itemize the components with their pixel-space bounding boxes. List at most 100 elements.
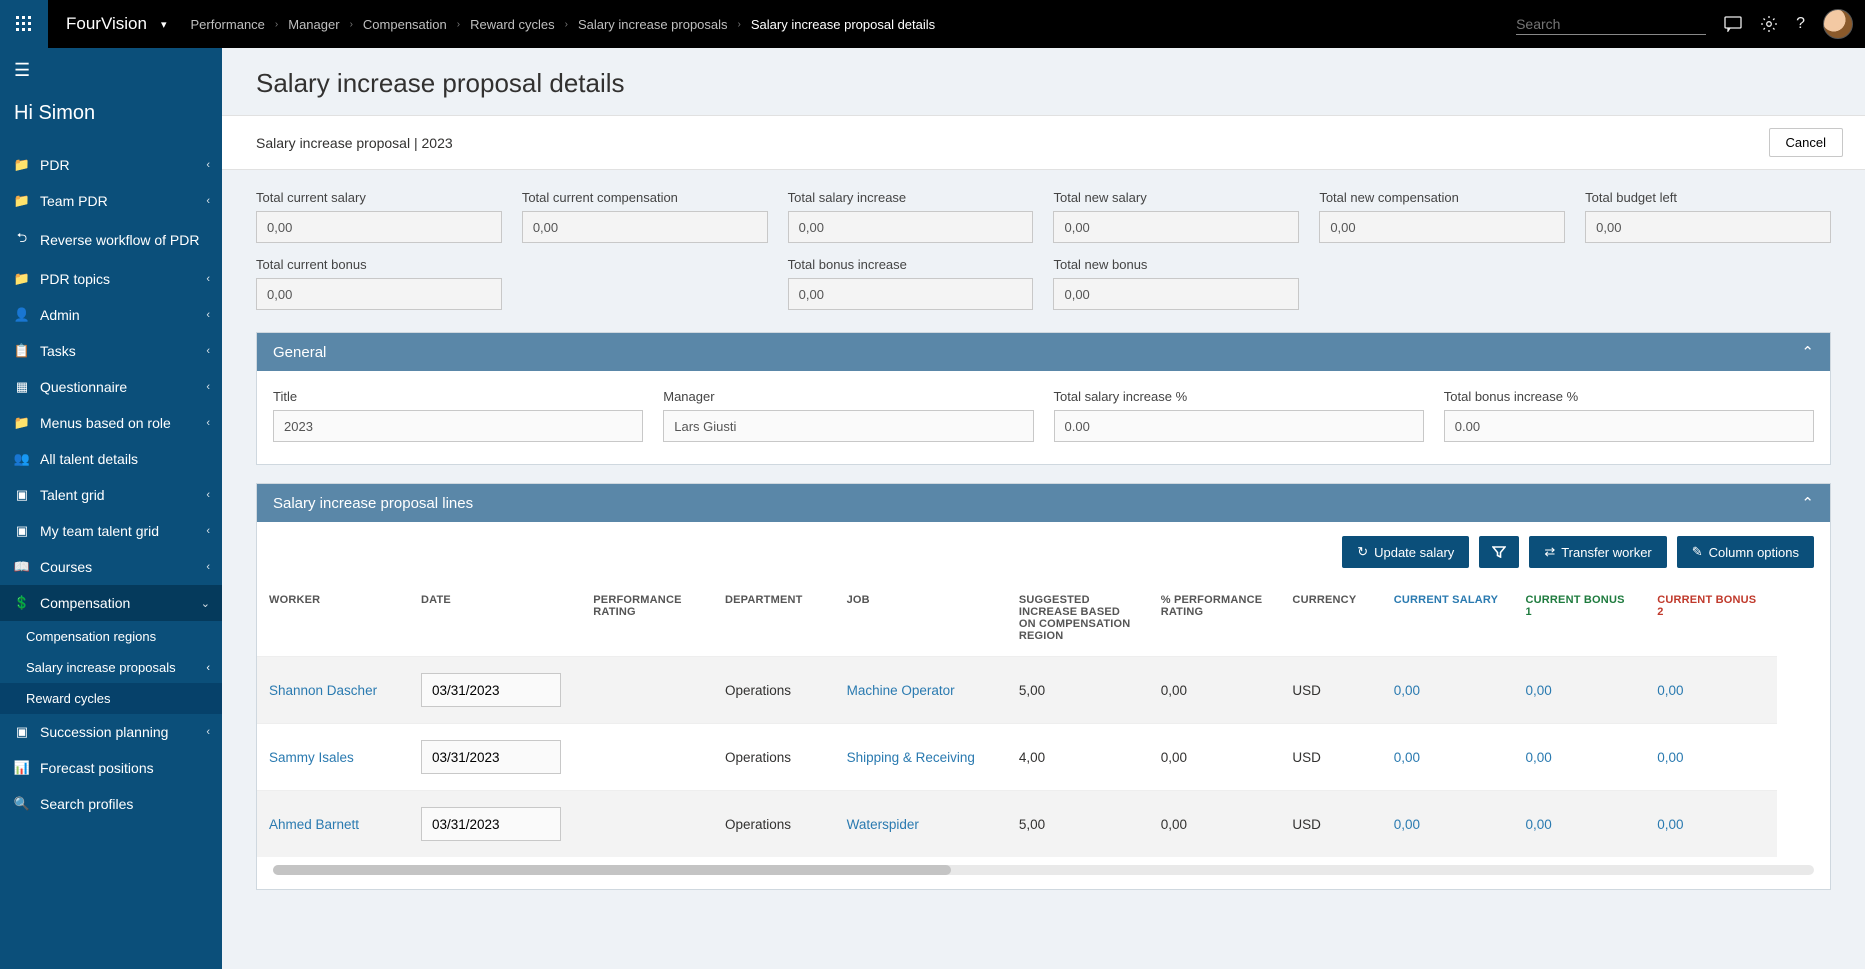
- column-options-button[interactable]: ✎Column options: [1677, 536, 1814, 568]
- sidebar-item[interactable]: ▦ Questionnaire ‹: [0, 369, 222, 405]
- avatar[interactable]: [1823, 9, 1853, 39]
- total-salary-increase[interactable]: [788, 211, 1034, 243]
- sidebar-sub-item[interactable]: Reward cycles: [0, 683, 222, 714]
- date-field[interactable]: [421, 807, 561, 841]
- current-salary-cell[interactable]: 0,00: [1382, 724, 1514, 791]
- crumb[interactable]: Reward cycles: [470, 17, 555, 32]
- total-bonus-increase[interactable]: [788, 278, 1034, 310]
- sidebar-item[interactable]: 📁 Menus based on role ‹: [0, 405, 222, 441]
- collapse-icon[interactable]: ⌃: [1801, 343, 1814, 361]
- sidebar-item[interactable]: 👥 All talent details: [0, 441, 222, 477]
- col-suggested[interactable]: SUGGESTED INCREASE BASED ON COMPENSATION…: [1007, 580, 1149, 657]
- current-bonus1-cell[interactable]: 0,00: [1513, 657, 1645, 724]
- sidebar-item[interactable]: 📁 Team PDR ‹: [0, 183, 222, 219]
- update-salary-button[interactable]: ↻Update salary: [1342, 536, 1469, 568]
- sidebar-item[interactable]: 📋 Tasks ‹: [0, 333, 222, 369]
- crumb[interactable]: Manager: [288, 17, 339, 32]
- currency-cell: USD: [1280, 791, 1381, 858]
- sidebar-item[interactable]: ⮌ Reverse workflow of PDR: [0, 219, 222, 261]
- current-salary-cell[interactable]: 0,00: [1382, 657, 1514, 724]
- worker-link[interactable]: Ahmed Barnett: [269, 817, 359, 832]
- sidebar-item[interactable]: 💲 Compensation ⌄: [0, 585, 222, 621]
- people-icon: 👥: [14, 451, 30, 467]
- cancel-button[interactable]: Cancel: [1769, 128, 1843, 157]
- sidebar-item[interactable]: 👤 Admin ‹: [0, 297, 222, 333]
- sidebar-item[interactable]: ▣ Talent grid ‹: [0, 477, 222, 513]
- crumb[interactable]: Salary increase proposals: [578, 17, 728, 32]
- job-link[interactable]: Machine Operator: [847, 683, 955, 698]
- filter-button[interactable]: [1479, 536, 1519, 568]
- feedback-icon[interactable]: [1724, 16, 1742, 32]
- total-current-bonus[interactable]: [256, 278, 502, 310]
- col-current-bonus1[interactable]: CURRENT BONUS 1: [1513, 580, 1645, 657]
- col-current-salary[interactable]: CURRENT SALARY: [1382, 580, 1514, 657]
- transfer-icon: ⇄: [1544, 544, 1555, 560]
- total-new-compensation[interactable]: [1319, 211, 1565, 243]
- dept-cell: Operations: [713, 791, 835, 858]
- current-bonus2-cell[interactable]: 0,00: [1645, 791, 1777, 858]
- sidebar-item-label: Reverse workflow of PDR: [40, 232, 210, 248]
- current-salary-cell[interactable]: 0,00: [1382, 791, 1514, 858]
- table-row[interactable]: Shannon Dascher Operations Machine Opera…: [257, 657, 1777, 724]
- brand[interactable]: FourVision ▾: [48, 14, 180, 34]
- manager-field[interactable]: [663, 410, 1033, 442]
- total-current-salary[interactable]: [256, 211, 502, 243]
- salary-increase-pct[interactable]: [1054, 410, 1424, 442]
- job-link[interactable]: Shipping & Receiving: [847, 750, 975, 765]
- table-row[interactable]: Ahmed Barnett Operations Waterspider 5,0…: [257, 791, 1777, 858]
- table-row[interactable]: Sammy Isales Operations Shipping & Recei…: [257, 724, 1777, 791]
- date-field[interactable]: [421, 673, 561, 707]
- col-worker[interactable]: WORKER: [257, 580, 409, 657]
- col-perf[interactable]: PERFORMANCE RATING: [581, 580, 713, 657]
- col-date[interactable]: DATE: [409, 580, 581, 657]
- sidebar-item[interactable]: 📁 PDR ‹: [0, 147, 222, 183]
- chevron-left-icon: ‹: [206, 726, 210, 738]
- gear-icon[interactable]: [1760, 15, 1778, 33]
- col-current-bonus2[interactable]: CURRENT BONUS 2: [1645, 580, 1777, 657]
- crumb[interactable]: Performance: [190, 17, 264, 32]
- worker-link[interactable]: Shannon Dascher: [269, 683, 377, 698]
- chevron-left-icon: ‹: [206, 345, 210, 357]
- app-launcher-icon[interactable]: [0, 0, 48, 48]
- sidebar-item-label: Forecast positions: [40, 760, 210, 776]
- hamburger-icon[interactable]: ☰: [0, 48, 222, 92]
- current-bonus2-cell[interactable]: 0,00: [1645, 657, 1777, 724]
- help-icon[interactable]: ?: [1796, 15, 1805, 33]
- current-bonus1-cell[interactable]: 0,00: [1513, 791, 1645, 858]
- col-currency[interactable]: CURRENCY: [1280, 580, 1381, 657]
- suggested-cell: 4,00: [1007, 724, 1149, 791]
- col-dept[interactable]: DEPARTMENT: [713, 580, 835, 657]
- search-input[interactable]: [1516, 14, 1706, 35]
- sidebar-sub-item[interactable]: Compensation regions: [0, 621, 222, 652]
- sidebar-item[interactable]: ▣ My team talent grid ‹: [0, 513, 222, 549]
- worker-link[interactable]: Sammy Isales: [269, 750, 354, 765]
- date-field[interactable]: [421, 740, 561, 774]
- field-label: Total new salary: [1053, 190, 1299, 205]
- total-budget-left[interactable]: [1585, 211, 1831, 243]
- col-job[interactable]: JOB: [835, 580, 1007, 657]
- field-label: Total current compensation: [522, 190, 768, 205]
- total-new-salary[interactable]: [1053, 211, 1299, 243]
- horizontal-scrollbar[interactable]: [273, 865, 1814, 875]
- current-bonus1-cell[interactable]: 0,00: [1513, 724, 1645, 791]
- crumb[interactable]: Compensation: [363, 17, 447, 32]
- sidebar-item[interactable]: 📊 Forecast positions: [0, 750, 222, 786]
- breadcrumb: Performance› Manager› Compensation› Rewa…: [190, 17, 935, 32]
- collapse-icon[interactable]: ⌃: [1801, 494, 1814, 512]
- chart-icon: 📊: [14, 760, 30, 776]
- current-bonus2-cell[interactable]: 0,00: [1645, 724, 1777, 791]
- sidebar-item[interactable]: 🔍 Search profiles: [0, 786, 222, 822]
- sidebar-item[interactable]: ▣ Succession planning ‹: [0, 714, 222, 750]
- job-link[interactable]: Waterspider: [847, 817, 919, 832]
- total-new-bonus[interactable]: [1053, 278, 1299, 310]
- pct-cell: 0,00: [1149, 657, 1281, 724]
- col-pct[interactable]: % PERFORMANCE RATING: [1149, 580, 1281, 657]
- total-current-compensation[interactable]: [522, 211, 768, 243]
- sidebar-sub-item[interactable]: Salary increase proposals‹: [0, 652, 222, 683]
- sidebar-item-label: Succession planning: [40, 724, 196, 740]
- transfer-worker-button[interactable]: ⇄Transfer worker: [1529, 536, 1666, 568]
- title-field[interactable]: [273, 410, 643, 442]
- bonus-increase-pct[interactable]: [1444, 410, 1814, 442]
- sidebar-item[interactable]: 📖 Courses ‹: [0, 549, 222, 585]
- sidebar-item[interactable]: 📁 PDR topics ‹: [0, 261, 222, 297]
